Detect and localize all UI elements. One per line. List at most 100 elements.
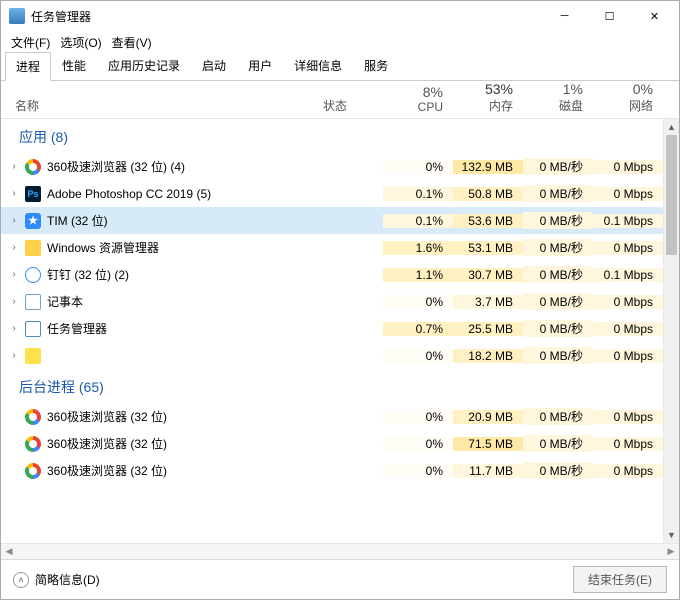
cell-disk: 0 MB/秒 — [523, 266, 593, 283]
cell-net: 0 Mbps — [593, 160, 663, 174]
cell-disk: 0 MB/秒 — [523, 239, 593, 256]
cell-mem: 3.7 MB — [453, 295, 523, 309]
process-name: 记事本 — [47, 293, 83, 310]
cell-cpu: 0% — [383, 160, 453, 174]
process-icon — [25, 463, 41, 479]
scroll-right-icon[interactable]: ▶ — [663, 546, 679, 557]
net-total-pct: 0% — [593, 81, 653, 97]
process-row[interactable]: ›任务管理器0.7%25.5 MB0 MB/秒0 Mbps — [1, 315, 663, 342]
process-row[interactable]: ›360极速浏览器 (32 位) (4) 0%132.9 MB0 MB/秒0 Mb… — [1, 153, 663, 180]
expand-icon[interactable]: › — [7, 242, 21, 253]
process-row[interactable]: ›★TIM (32 位)0.1%53.6 MB0 MB/秒0.1 Mbps — [1, 207, 663, 234]
scroll-up-icon[interactable]: ▲ — [664, 119, 679, 135]
cell-disk: 0 MB/秒 — [523, 435, 593, 452]
cell-net: 0 Mbps — [593, 464, 663, 478]
cell-mem: 53.1 MB — [453, 241, 523, 255]
cell-mem: 20.9 MB — [453, 410, 523, 424]
cell-cpu: 0% — [383, 437, 453, 451]
menu-view[interactable]: 查看(V) — [112, 34, 152, 51]
cell-net: 0 Mbps — [593, 241, 663, 255]
process-icon — [25, 409, 41, 425]
process-row[interactable]: 360极速浏览器 (32 位)0%11.7 MB0 MB/秒0 Mbps — [1, 457, 663, 484]
process-row[interactable]: 360极速浏览器 (32 位) 0%20.9 MB0 MB/秒0 Mbps — [1, 403, 663, 430]
tab-startup[interactable]: 启动 — [191, 51, 237, 80]
process-icon — [25, 159, 41, 175]
cell-cpu: 0% — [383, 410, 453, 424]
cell-name: 360极速浏览器 (32 位) — [1, 462, 323, 479]
process-row[interactable]: ›PsAdobe Photoshop CC 2019 (5)0.1%50.8 M… — [1, 180, 663, 207]
expand-icon[interactable]: › — [7, 215, 21, 226]
group-apps: 应用 (8) — [1, 119, 663, 153]
expand-icon[interactable]: › — [7, 188, 21, 199]
expand-icon[interactable]: › — [7, 161, 21, 172]
cell-disk: 0 MB/秒 — [523, 158, 593, 175]
cell-net: 0 Mbps — [593, 437, 663, 451]
process-icon: Ps — [25, 186, 41, 202]
mem-label: 内存 — [453, 97, 513, 114]
tab-users[interactable]: 用户 — [237, 51, 283, 80]
tab-services[interactable]: 服务 — [353, 51, 399, 80]
cell-disk: 0 MB/秒 — [523, 408, 593, 425]
cell-name: 360极速浏览器 (32 位) — [1, 408, 323, 425]
horizontal-scrollbar[interactable]: ◀ ▶ — [1, 543, 679, 559]
col-memory[interactable]: 53% 内存 — [453, 81, 523, 114]
expand-icon[interactable]: › — [7, 296, 21, 307]
disk-label: 磁盘 — [523, 97, 583, 114]
process-name: 360极速浏览器 (32 位) — [47, 408, 167, 425]
process-icon: ★ — [25, 213, 41, 229]
cell-name: › — [1, 348, 323, 364]
tab-app-history[interactable]: 应用历史记录 — [97, 51, 191, 80]
process-row[interactable]: ›记事本0%3.7 MB0 MB/秒0 Mbps — [1, 288, 663, 315]
group-background: 后台进程 (65) — [1, 369, 663, 403]
cell-disk: 0 MB/秒 — [523, 212, 593, 229]
col-network[interactable]: 0% 网络 — [593, 81, 663, 114]
vertical-scrollbar[interactable]: ▲ ▼ — [663, 119, 679, 543]
expand-icon[interactable]: › — [7, 323, 21, 334]
cell-net: 0 Mbps — [593, 349, 663, 363]
scroll-thumb[interactable] — [666, 135, 677, 255]
process-icon — [25, 348, 41, 364]
cell-net: 0 Mbps — [593, 295, 663, 309]
process-icon — [25, 240, 41, 256]
scroll-left-icon[interactable]: ◀ — [1, 546, 17, 557]
cell-net: 0 Mbps — [593, 410, 663, 424]
process-row[interactable]: 360极速浏览器 (32 位)0%71.5 MB0 MB/秒0 Mbps — [1, 430, 663, 457]
fewer-details-label: 简略信息(D) — [35, 571, 100, 588]
cell-cpu: 0.1% — [383, 214, 453, 228]
col-name[interactable]: 名称 — [1, 97, 323, 114]
fewer-details-button[interactable]: ˄ 简略信息(D) — [13, 571, 100, 588]
cell-name: ›360极速浏览器 (32 位) (4) — [1, 158, 323, 175]
menu-file[interactable]: 文件(F) — [11, 34, 50, 51]
scroll-down-icon[interactable]: ▼ — [664, 527, 679, 543]
process-row[interactable]: ›钉钉 (32 位) (2)1.1%30.7 MB0 MB/秒0.1 Mbps — [1, 261, 663, 288]
minimize-button[interactable]: ─ — [542, 2, 587, 30]
process-name: 钉钉 (32 位) (2) — [47, 266, 129, 283]
process-icon — [25, 294, 41, 310]
mem-total-pct: 53% — [453, 81, 513, 97]
chevron-up-icon: ˄ — [13, 572, 29, 588]
maximize-button[interactable]: ☐ — [587, 2, 632, 30]
tabs: 进程 性能 应用历史记录 启动 用户 详细信息 服务 — [1, 53, 679, 81]
process-name: TIM (32 位) — [47, 212, 108, 229]
close-button[interactable]: ✕ — [632, 2, 677, 30]
col-cpu[interactable]: 8% CPU — [383, 84, 453, 114]
process-row[interactable]: ›0%18.2 MB0 MB/秒0 Mbps — [1, 342, 663, 369]
end-task-button[interactable]: 结束任务(E) — [573, 566, 667, 593]
tab-details[interactable]: 详细信息 — [283, 51, 353, 80]
menu-options[interactable]: 选项(O) — [60, 34, 101, 51]
cell-mem: 132.9 MB — [453, 160, 523, 174]
process-rows[interactable]: 应用 (8)›360极速浏览器 (32 位) (4)0%132.9 MB0 MB… — [1, 119, 663, 543]
cell-disk: 0 MB/秒 — [523, 347, 593, 364]
cell-mem: 18.2 MB — [453, 349, 523, 363]
process-row[interactable]: ›Windows 资源管理器1.6%53.1 MB0 MB/秒0 Mbps — [1, 234, 663, 261]
cell-mem: 53.6 MB — [453, 214, 523, 228]
expand-icon[interactable]: › — [7, 350, 21, 361]
tab-performance[interactable]: 性能 — [51, 51, 97, 80]
tab-processes[interactable]: 进程 — [5, 52, 51, 81]
col-disk[interactable]: 1% 磁盘 — [523, 81, 593, 114]
expand-icon[interactable]: › — [7, 269, 21, 280]
cpu-total-pct: 8% — [383, 84, 443, 100]
col-status[interactable]: 状态 — [323, 97, 383, 114]
titlebar[interactable]: 任务管理器 ─ ☐ ✕ — [1, 1, 679, 31]
cell-disk: 0 MB/秒 — [523, 185, 593, 202]
